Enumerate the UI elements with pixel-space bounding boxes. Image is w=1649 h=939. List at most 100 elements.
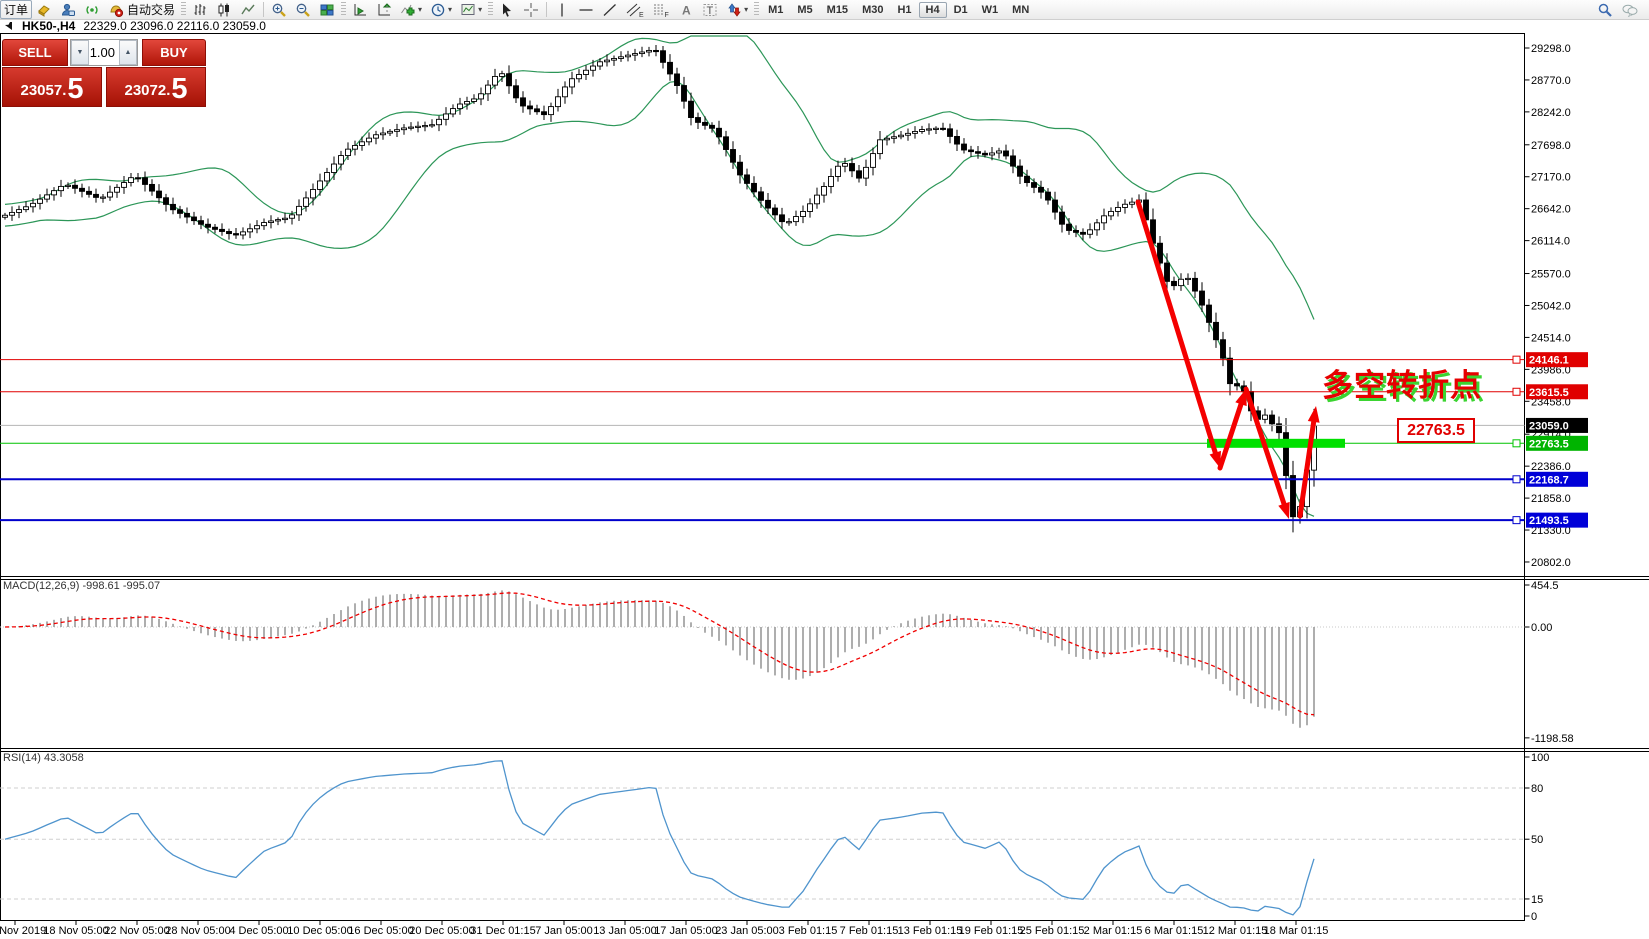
svg-text:T: T — [707, 5, 714, 17]
svg-text:4 Dec 05:00: 4 Dec 05:00 — [229, 925, 288, 937]
text-tool[interactable]: A — [674, 0, 698, 19]
svg-text:6 Mar 01:15: 6 Mar 01:15 — [1145, 925, 1204, 937]
chart-title-bar: HK50-,H4 22329.0 23096.0 22116.0 23059.0 — [4, 19, 266, 33]
signal-icon[interactable] — [80, 0, 104, 19]
svg-text:12 Nov 2019: 12 Nov 2019 — [0, 925, 46, 937]
ohlc-values: 22329.0 23096.0 22116.0 23059.0 — [83, 19, 266, 33]
vertical-line-tool[interactable] — [550, 0, 574, 19]
svg-text:15: 15 — [1531, 894, 1543, 906]
volume-input[interactable]: 1.00 — [89, 40, 119, 65]
trendline-tool[interactable] — [598, 0, 622, 19]
templates-button[interactable]: ▾ — [456, 0, 486, 19]
horizontal-line-tool[interactable] — [574, 0, 598, 19]
svg-text:100: 100 — [1531, 752, 1549, 764]
search-icon[interactable] — [1593, 0, 1617, 19]
svg-text:27698.0: 27698.0 — [1531, 140, 1571, 152]
tab-timeframe-m5[interactable]: M5 — [790, 2, 819, 18]
svg-text:10 Dec 05:00: 10 Dec 05:00 — [287, 925, 352, 937]
buy-price-pips: 5 — [171, 74, 187, 104]
svg-text:7 Feb 01:15: 7 Feb 01:15 — [840, 925, 899, 937]
buy-price-button[interactable]: 23072.5 — [106, 67, 206, 107]
svg-text:7 Jan 05:00: 7 Jan 05:00 — [535, 925, 593, 937]
tab-timeframe-d1[interactable]: D1 — [947, 2, 975, 18]
svg-text:28 Nov 05:00: 28 Nov 05:00 — [165, 925, 230, 937]
arrows-tool[interactable]: ▾ — [722, 0, 752, 19]
chart-canvas[interactable]: 29298.0 28770.0 28242.0 27698.0 27170.0 26642… — [0, 0, 1649, 939]
chart-shift-icon[interactable] — [372, 0, 396, 19]
tab-timeframe-h4[interactable]: H4 — [919, 2, 947, 18]
svg-text:23 Jan 05:00: 23 Jan 05:00 — [715, 925, 779, 937]
fibonacci-tool[interactable]: F — [648, 0, 674, 19]
sell-price-button[interactable]: 23057.5 — [2, 67, 102, 107]
tab-timeframe-mn[interactable]: MN — [1005, 2, 1036, 18]
line-chart-icon[interactable] — [236, 0, 260, 19]
chart-cursor-icon — [4, 21, 14, 31]
tab-timeframe-h1[interactable]: H1 — [890, 2, 918, 18]
buy-button[interactable]: BUY — [142, 39, 206, 66]
tile-windows-icon[interactable] — [315, 0, 339, 19]
bar-chart-icon[interactable] — [188, 0, 212, 19]
svg-text:21493.5: 21493.5 — [1529, 515, 1569, 527]
svg-text:28242.0: 28242.0 — [1531, 107, 1571, 119]
svg-text:26642.0: 26642.0 — [1531, 204, 1571, 216]
svg-text:29298.0: 29298.0 — [1531, 43, 1571, 55]
svg-text:A: A — [682, 3, 691, 17]
svg-text:12 Mar 01:15: 12 Mar 01:15 — [1203, 925, 1268, 937]
auto-scroll-icon[interactable] — [348, 0, 372, 19]
price-tag-label[interactable]: 22763.5 — [1397, 418, 1475, 443]
svg-text:19 Feb 01:15: 19 Feb 01:15 — [959, 925, 1024, 937]
autotrading-button[interactable]: 自动交易 — [104, 0, 179, 19]
sell-price-pips: 5 — [67, 74, 83, 104]
crosshair-tool[interactable] — [519, 0, 543, 19]
svg-text:13 Feb 01:15: 13 Feb 01:15 — [898, 925, 963, 937]
profile-icon[interactable] — [56, 0, 80, 19]
svg-text:22168.7: 22168.7 — [1529, 474, 1569, 486]
cursor-tool[interactable] — [495, 0, 519, 19]
sell-button[interactable]: SELL — [2, 39, 68, 66]
candlestick-icon[interactable] — [212, 0, 236, 19]
svg-text:31 Dec 01:15: 31 Dec 01:15 — [470, 925, 535, 937]
one-click-trading-panel: SELL ▼ 1.00 ▲ BUY 23057.5 23072.5 — [2, 39, 206, 107]
template-icon — [460, 2, 476, 18]
svg-text:18 Nov 05:00: 18 Nov 05:00 — [43, 925, 108, 937]
turning-point-annotation[interactable]: 多空转折点 — [1322, 360, 1482, 405]
svg-text:24146.1: 24146.1 — [1529, 355, 1569, 367]
svg-text:27170.0: 27170.0 — [1531, 172, 1571, 184]
svg-text:80: 80 — [1531, 783, 1543, 795]
autotrading-label: 自动交易 — [127, 1, 175, 18]
new-order-button[interactable]: 订单 — [0, 0, 32, 19]
chat-icon[interactable] — [1617, 0, 1643, 19]
svg-text:23615.5: 23615.5 — [1529, 387, 1569, 399]
tab-timeframe-m30[interactable]: M30 — [855, 2, 890, 18]
svg-text:E: E — [639, 12, 644, 18]
zoom-in-icon[interactable] — [267, 0, 291, 19]
equidistant-channel-tool[interactable]: E — [622, 0, 648, 19]
periods-button[interactable]: ▾ — [426, 0, 456, 19]
svg-text:22763.5: 22763.5 — [1529, 438, 1569, 450]
svg-text:2 Mar 01:15: 2 Mar 01:15 — [1084, 925, 1143, 937]
indicators-button[interactable]: ▾ — [396, 0, 426, 19]
time-axis[interactable]: 12 Nov 201918 Nov 05:0022 Nov 05:0028 No… — [0, 921, 1328, 938]
symbol-period-label: HK50-,H4 — [22, 19, 75, 33]
svg-text:22386.0: 22386.0 — [1531, 461, 1571, 473]
sell-price-main: 23057 — [20, 78, 62, 104]
svg-text:0: 0 — [1531, 911, 1537, 923]
toolbar: 订单 自动交易 — [0, 0, 1649, 20]
rsi-label: RSI(14) 43.3058 — [3, 752, 84, 764]
svg-text:28770.0: 28770.0 — [1531, 75, 1571, 87]
tab-timeframe-m1[interactable]: M1 — [761, 2, 790, 18]
svg-text:F: F — [665, 12, 669, 18]
price-axis[interactable]: 29298.0 28770.0 28242.0 27698.0 27170.0 26642… — [1525, 43, 1589, 569]
volume-decrease-button[interactable]: ▼ — [71, 40, 89, 65]
svg-text:13 Jan 05:00: 13 Jan 05:00 — [593, 925, 657, 937]
svg-text:3 Feb 01:15: 3 Feb 01:15 — [779, 925, 838, 937]
svg-text:20802.0: 20802.0 — [1531, 557, 1571, 569]
text-label-tool[interactable]: T — [698, 0, 722, 19]
trading-platform-window: 订单 自动交易 — [0, 0, 1649, 939]
volume-increase-button[interactable]: ▲ — [119, 40, 137, 65]
tab-timeframe-w1[interactable]: W1 — [975, 2, 1006, 18]
gold-order-icon[interactable] — [32, 0, 56, 19]
clock-icon — [430, 2, 446, 18]
zoom-out-icon[interactable] — [291, 0, 315, 19]
tab-timeframe-m15[interactable]: M15 — [820, 2, 855, 18]
